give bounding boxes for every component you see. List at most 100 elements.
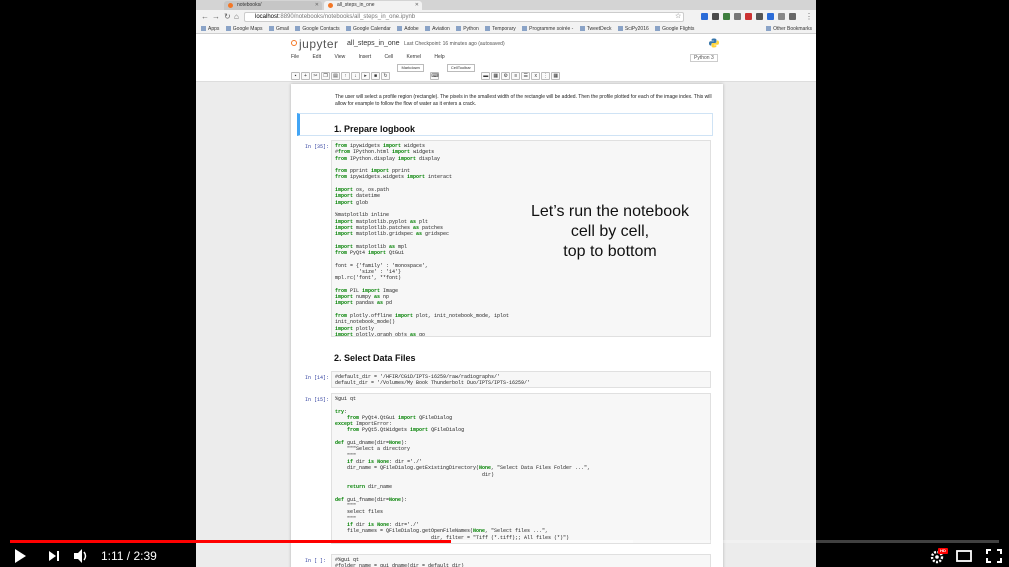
menu-file[interactable]: File — [291, 54, 299, 60]
list-icon[interactable]: ⋮ — [541, 72, 551, 80]
theater-mode-icon[interactable] — [955, 546, 973, 566]
settings-icon[interactable]: ⚙ — [501, 72, 511, 80]
menu-cell[interactable]: Cell — [385, 54, 394, 60]
toc-icon[interactable]: ☰ — [521, 72, 531, 80]
cell-prompt: In [ ]: — [305, 558, 327, 564]
menu-view[interactable]: View — [334, 54, 345, 60]
extension-icon[interactable] — [745, 13, 752, 20]
video-caption-overlay: Let’s run the notebook cell by cell, top… — [530, 203, 690, 260]
extension-icon[interactable] — [723, 13, 730, 20]
heading-select-data-files: 2. Select Data Files — [334, 353, 416, 363]
heading-prepare-logbook: 1. Prepare logbook — [334, 124, 416, 134]
extension-icon[interactable] — [712, 13, 719, 20]
jupyter-toolbar: ▪ + ✂ ❐ ▤ ↑ ↓ ▸ ■ ↻ Markdown ⌨ CellToolbar ▬ ▦ ⚙ ≡ ☰ x… — [291, 64, 561, 80]
menu-help[interactable]: Help — [434, 54, 444, 60]
home-icon[interactable]: ⌂ — [234, 12, 239, 22]
bookmark-item[interactable]: SciPy2016 — [617, 24, 649, 33]
cut-icon[interactable]: ✂ — [311, 72, 320, 80]
menu-insert[interactable]: Insert — [359, 54, 372, 60]
bookmark-item[interactable]: Adobe — [397, 24, 419, 33]
reload-icon[interactable]: ↻ — [224, 12, 231, 22]
back-icon[interactable]: ← — [201, 12, 209, 22]
jupyter-menubar: File Edit View Insert Cell Kernel Help — [291, 54, 457, 60]
notebook-name[interactable]: all_steps_in_one — [347, 40, 400, 47]
played-progress — [10, 540, 452, 543]
hd-badge: HD — [938, 548, 948, 554]
extension-icon[interactable] — [701, 13, 708, 20]
restart-icon[interactable]: ↻ — [381, 72, 390, 80]
add-cell-icon[interactable]: + — [301, 72, 310, 80]
menu-kernel[interactable]: Kernel — [407, 54, 421, 60]
tab-title: notebooks/ — [237, 2, 262, 8]
bookmark-item[interactable]: Temporary — [485, 24, 516, 33]
close-tab-icon[interactable]: ✕ — [415, 1, 419, 10]
browser-menu-icon[interactable]: ⋮ — [805, 12, 813, 22]
extension-icon[interactable] — [734, 13, 741, 20]
fullscreen-icon[interactable] — [985, 546, 1003, 566]
jupyter-orb-icon — [291, 40, 297, 46]
stop-icon[interactable]: ■ — [371, 72, 380, 80]
play-icon[interactable] — [12, 546, 28, 566]
forward-icon[interactable]: → — [212, 12, 220, 22]
browser-toolbar: ← → ↻ ⌂ localhost:8890/notebooks/noteboo… — [196, 10, 816, 24]
variable-icon[interactable]: x — [531, 72, 541, 80]
close-tab-icon[interactable]: ✕ — [315, 1, 319, 10]
code-cell[interactable]: %gui qt try: from PyQt4.QtGui import QFi… — [331, 393, 711, 544]
bookmark-item[interactable]: Google Maps — [225, 24, 263, 33]
browser-tab-strip: notebooks/ ✕ all_steps_in_one ✕ — [196, 0, 816, 16]
url-path: :8890/notebooks/notebooks/all_steps_in_o… — [278, 14, 416, 20]
paste-icon[interactable]: ▤ — [331, 72, 340, 80]
star-icon[interactable]: ☆ — [675, 12, 681, 22]
other-bookmarks[interactable]: Other Bookmarks — [766, 24, 812, 33]
code-cell[interactable]: #%gui qt #folder_name = gui_dname(dir = … — [331, 554, 711, 567]
bookmark-item[interactable]: Programme soirée - — [522, 24, 573, 33]
keyboard-icon[interactable]: ⌨ — [430, 72, 440, 80]
extension-icon[interactable] — [789, 13, 796, 20]
run-icon[interactable]: ▸ — [361, 72, 370, 80]
grid-icon[interactable]: ▦ — [551, 72, 561, 80]
move-down-icon[interactable]: ↓ — [351, 72, 360, 80]
sort-icon[interactable]: ≡ — [511, 72, 521, 80]
next-icon[interactable] — [46, 546, 62, 566]
menu-edit[interactable]: Edit — [312, 54, 321, 60]
jupyter-favicon-icon — [228, 3, 233, 8]
address-bar[interactable]: localhost:8890/notebooks/notebooks/all_s… — [244, 12, 684, 22]
bookmark-item[interactable]: TweetDeck — [579, 24, 611, 33]
bookmark-item[interactable]: Google Calendar — [346, 24, 391, 33]
code-cell[interactable]: #default_dir = '/HFIR/CG1D/IPTS-16259/ra… — [331, 371, 711, 388]
save-icon[interactable]: ▪ — [291, 72, 300, 80]
checkpoint-status: Last Checkpoint: 16 minutes ago (autosav… — [404, 41, 505, 47]
move-up-icon[interactable]: ↑ — [341, 72, 350, 80]
cell-type-select[interactable]: Markdown — [397, 64, 424, 72]
cell-prompt: In [15]: — [305, 397, 330, 403]
kernel-indicator: Python 3 — [690, 54, 718, 62]
jupyter-favicon-icon — [328, 3, 333, 8]
jupyter-header: jupyter all_steps_in_one Last Checkpoint… — [196, 34, 816, 82]
extension-icon[interactable] — [767, 13, 774, 20]
notebook-container: The user will select a profile region (r… — [291, 84, 723, 567]
bookmark-item[interactable]: Google Contacts — [295, 24, 340, 33]
extension-icon[interactable] — [778, 13, 785, 20]
table-icon[interactable]: ▦ — [491, 72, 501, 80]
cell-prompt: In [14]: — [305, 375, 330, 381]
celltoolbar-button[interactable]: CellToolbar — [446, 64, 475, 72]
markdown-intro[interactable]: The user will select a profile region (r… — [335, 94, 715, 108]
bookmark-item[interactable]: Aviation — [425, 24, 450, 33]
time-display: 1:11 / 2:39 — [101, 549, 157, 563]
bookmarks-bar: Apps Google Maps Gmail Google Contacts G… — [196, 24, 816, 34]
bookmark-item[interactable]: Gmail — [268, 24, 289, 33]
jupyter-logo[interactable]: jupyter — [291, 37, 339, 51]
video-progress-bar[interactable] — [10, 540, 999, 543]
bookmark-item[interactable]: Google Flights — [655, 24, 694, 33]
copy-icon[interactable]: ❐ — [321, 72, 330, 80]
browser-tab-notebooks[interactable]: notebooks/ ✕ — [224, 1, 322, 10]
bookmark-item[interactable]: Python — [456, 24, 479, 33]
folder-icon[interactable]: ▬ — [481, 72, 491, 80]
extension-icon[interactable] — [756, 13, 763, 20]
cell-prompt: In [35]: — [305, 144, 330, 150]
volume-icon[interactable] — [72, 546, 90, 566]
url-host: localhost — [255, 14, 279, 20]
video-frame[interactable]: notebooks/ ✕ all_steps_in_one ✕ ← → ↻ ⌂ … — [196, 0, 816, 567]
bookmark-item[interactable]: Apps — [201, 24, 219, 33]
browser-tab-notebook[interactable]: all_steps_in_one ✕ — [324, 1, 422, 10]
